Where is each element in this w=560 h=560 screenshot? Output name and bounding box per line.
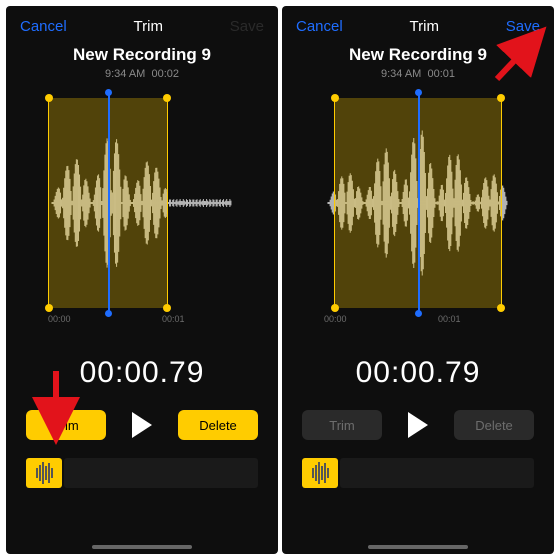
phone-right: Cancel Trim Save New Recording 9 9:34 AM… [282,6,554,554]
delete-button: Delete [454,410,534,440]
cancel-button[interactable]: Cancel [20,18,67,35]
save-button: Save [230,18,264,35]
recording-subtitle: 9:34 AM 00:02 [6,68,278,80]
overview-selection[interactable] [302,458,338,488]
nav-title: Trim [410,18,439,35]
time-ruler: 00:00 00:01 [324,314,552,324]
recording-title: New Recording 9 [282,45,554,65]
phone-left: Cancel Trim Save New Recording 9 9:34 AM… [6,6,278,554]
home-indicator [368,545,468,549]
timecode: 00:00.79 [6,356,278,390]
overview-track [340,458,534,488]
playhead[interactable] [418,92,420,314]
waveform-editor[interactable]: 00:00 00:01 [48,98,236,308]
cancel-button[interactable]: Cancel [296,18,343,35]
overview-selection[interactable] [26,458,62,488]
recording-subtitle: 9:34 AM 00:01 [282,68,554,80]
recording-title: New Recording 9 [6,45,278,65]
nav-bar: Cancel Trim Save [282,6,554,39]
playhead[interactable] [108,92,110,314]
play-icon[interactable] [132,412,152,438]
save-button[interactable]: Save [506,18,540,35]
overview-scrubber[interactable] [6,458,278,488]
nav-bar: Cancel Trim Save [6,6,278,39]
overview-scrubber[interactable] [282,458,554,488]
trim-button: Trim [302,410,382,440]
waveform-editor[interactable]: 00:00 00:01 [324,98,512,308]
trim-button[interactable]: Trim [26,410,106,440]
overview-track [64,458,258,488]
delete-button[interactable]: Delete [178,410,258,440]
time-ruler: 00:00 00:01 [48,314,276,324]
nav-title: Trim [134,18,163,35]
play-icon[interactable] [408,412,428,438]
home-indicator [92,545,192,549]
timecode: 00:00.79 [282,356,554,390]
